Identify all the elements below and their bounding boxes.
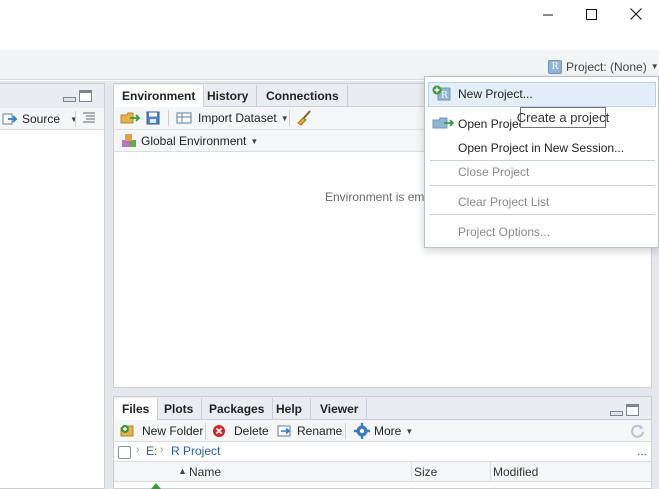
- new-folder-icon: [120, 425, 134, 437]
- chevron-down-icon: ▼: [70, 114, 78, 124]
- source-button-label: Source: [22, 112, 61, 126]
- tab-history[interactable]: History: [199, 85, 258, 107]
- maximize-button[interactable]: [568, 0, 614, 28]
- delete-label: Delete: [234, 424, 269, 438]
- open-project-icon: [432, 117, 454, 129]
- chevron-right-icon: ›: [136, 444, 140, 456]
- chevron-down-icon: ▼: [280, 113, 289, 123]
- tab-plots[interactable]: Plots: [156, 398, 203, 420]
- tab-label: Files: [122, 402, 150, 416]
- tab-label: History: [207, 89, 249, 103]
- tab-environment[interactable]: Environment: [114, 85, 205, 107]
- more-button[interactable]: More ▼: [354, 422, 413, 440]
- project-label: Project: (None): [566, 59, 647, 74]
- global-environment-label: Global Environment: [141, 134, 247, 148]
- refresh-icon[interactable]: [630, 423, 646, 439]
- parent-folder-icon[interactable]: [150, 483, 162, 489]
- maximize-icon: [585, 8, 597, 20]
- column-divider: [490, 462, 491, 482]
- toolbar-divider: [168, 110, 169, 126]
- tab-files[interactable]: Files: [114, 398, 159, 420]
- maximize-pane-icon[interactable]: [79, 90, 92, 102]
- browse-ellipsis-button[interactable]: ...: [637, 444, 647, 458]
- tab-connections[interactable]: Connections: [258, 85, 348, 107]
- rename-label: Rename: [297, 424, 343, 438]
- rename-button[interactable]: Rename: [277, 422, 342, 440]
- more-label: More: [374, 424, 402, 438]
- menu-item-project-options: Project Options...: [458, 225, 551, 239]
- breadcrumb-folder[interactable]: R Project: [171, 444, 220, 458]
- tab-label: Plots: [164, 402, 194, 416]
- menu-separator: [430, 185, 655, 186]
- r-project-icon: R: [548, 59, 562, 74]
- new-project-icon: R: [432, 85, 451, 101]
- svg-text:R: R: [441, 91, 448, 101]
- rename-icon: [277, 425, 291, 437]
- menu-separator: [430, 160, 655, 161]
- tab-label: Viewer: [320, 402, 359, 416]
- menu-item-open-project-new-session[interactable]: Open Project in New Session...: [458, 141, 624, 155]
- project-menu-button[interactable]: R Project: (None) ▼: [548, 58, 659, 75]
- column-size[interactable]: Size: [414, 465, 437, 479]
- menu-separator: [430, 214, 655, 215]
- files-pane-controls: [610, 404, 639, 416]
- delete-icon: [213, 425, 225, 437]
- open-folder-icon: [120, 112, 140, 124]
- source-pane-controls: [63, 90, 92, 102]
- new-folder-label: New Folder: [142, 424, 204, 438]
- menu-item-clear-project-list: Clear Project List: [458, 195, 550, 209]
- close-icon: [630, 8, 642, 20]
- menu-item-close-project: Close Project: [458, 165, 530, 179]
- chevron-down-icon: ▼: [650, 62, 659, 71]
- tab-help[interactable]: Help: [268, 398, 312, 420]
- column-modified[interactable]: Modified: [493, 465, 538, 479]
- toolbar-divider: [289, 110, 290, 126]
- toolbar-divider: [345, 423, 346, 439]
- load-workspace-button[interactable]: [120, 109, 140, 127]
- tab-viewer[interactable]: Viewer: [312, 398, 368, 420]
- save-workspace-button[interactable]: [146, 109, 160, 127]
- tooltip-create-project: Create a project: [517, 107, 609, 128]
- source-run-icon: [2, 113, 18, 125]
- menu-item-new-project[interactable]: New Project...: [458, 87, 533, 101]
- column-name[interactable]: Name: [189, 465, 221, 479]
- tab-packages[interactable]: Packages: [201, 398, 274, 420]
- tab-label: Packages: [209, 402, 265, 416]
- tab-label: Environment: [122, 89, 196, 103]
- clear-workspace-button[interactable]: [296, 109, 312, 127]
- save-icon: [146, 111, 160, 125]
- source-pane: [0, 83, 105, 489]
- tab-label: Connections: [266, 89, 339, 103]
- gear-icon: [354, 423, 370, 439]
- global-environment-dropdown[interactable]: Global Environment ▼: [121, 132, 258, 150]
- breadcrumb-drive[interactable]: E:: [146, 444, 157, 458]
- minimize-pane-icon[interactable]: [63, 97, 76, 102]
- select-all-checkbox[interactable]: [118, 446, 131, 459]
- import-dataset-label: Import Dataset: [198, 111, 277, 125]
- import-dataset-button[interactable]: Import Dataset ▼: [176, 109, 289, 127]
- delete-button[interactable]: Delete: [212, 422, 269, 440]
- broom-icon: [297, 110, 311, 126]
- table-import-icon: [176, 112, 192, 124]
- minimize-icon: [542, 14, 553, 15]
- minimize-button[interactable]: [525, 0, 571, 28]
- toolbar-divider: [75, 111, 76, 127]
- sort-up-icon: ▲: [178, 466, 187, 476]
- close-button[interactable]: [613, 0, 659, 28]
- new-folder-button[interactable]: New Folder: [120, 422, 203, 440]
- environment-empty-message: Environment is em: [325, 190, 425, 204]
- toolbar-divider: [205, 423, 206, 439]
- chevron-down-icon: ▼: [405, 426, 414, 436]
- minimize-pane-icon[interactable]: [610, 411, 623, 416]
- column-divider: [411, 462, 412, 482]
- source-button[interactable]: Source ▼: [2, 110, 78, 128]
- chevron-right-icon: ›: [160, 444, 164, 456]
- tab-label: Help: [276, 402, 303, 416]
- outline-icon[interactable]: [83, 111, 95, 125]
- maximize-pane-icon[interactable]: [626, 404, 639, 416]
- chevron-down-icon: ▼: [250, 136, 259, 146]
- environment-cubes-icon: [122, 134, 136, 147]
